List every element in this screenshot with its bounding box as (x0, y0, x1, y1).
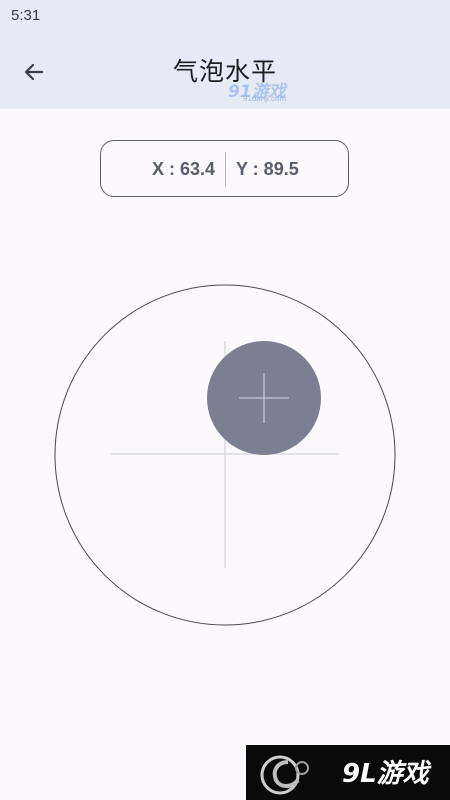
watermark-banner: 9L游戏 (246, 745, 450, 800)
watermark-emblem-icon (260, 755, 309, 795)
watermark-bottom-logo: 9L游戏 (342, 759, 429, 789)
bubble-level (54, 284, 396, 626)
phone-screen: 5:31 气泡水平 91游戏 91danji.com X : 63.4 Y : … (0, 0, 450, 800)
